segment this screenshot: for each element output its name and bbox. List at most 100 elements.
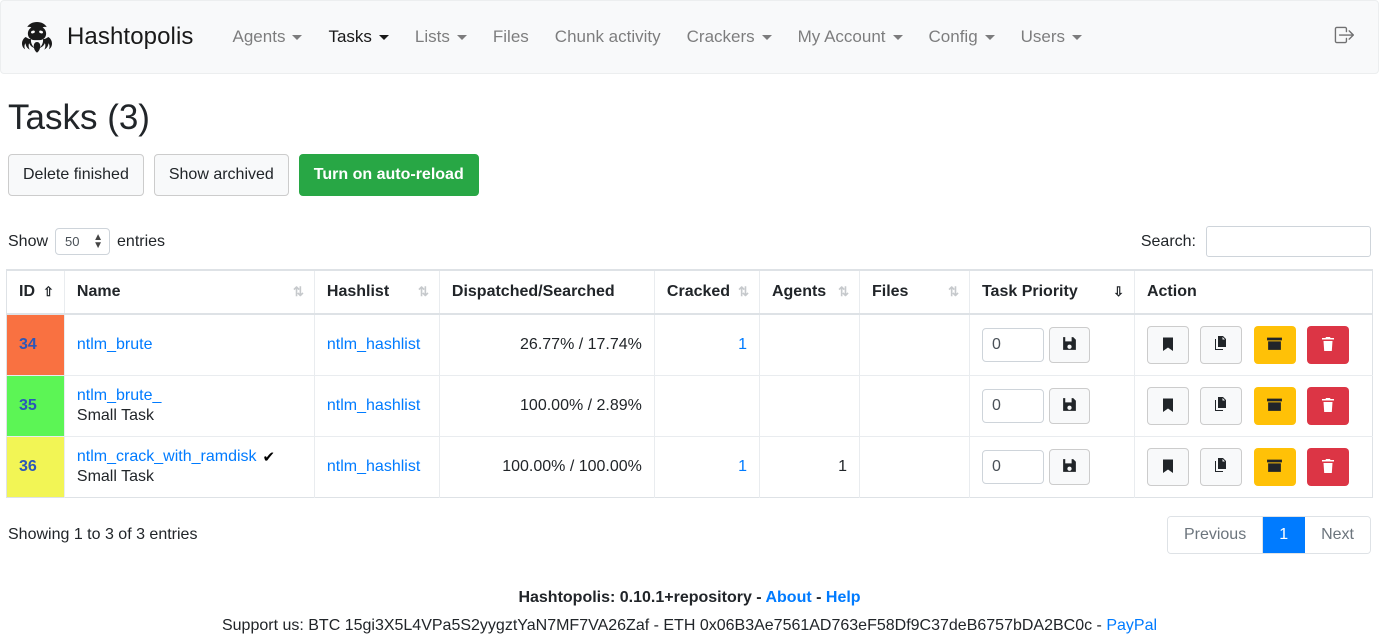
pagination: Previous 1 Next — [1166, 516, 1371, 554]
table-header-row: ID ⇧ Name ⇅ Hashlist ⇅ Dispatched/Search… — [6, 270, 1373, 315]
bookmark-task-button[interactable] — [1146, 448, 1189, 486]
column-header-cracked[interactable]: Cracked ⇅ — [654, 270, 760, 315]
bookmark-task-button[interactable] — [1146, 387, 1189, 425]
nav-item-tasks[interactable]: Tasks — [315, 19, 401, 55]
task-cracked-cell: 1 — [654, 436, 760, 498]
clone-task-button[interactable] — [1200, 326, 1243, 364]
task-agents-cell — [759, 375, 860, 437]
column-header-files[interactable]: Files ⇅ — [859, 270, 970, 315]
table-row: 34 ntlm_brute ntlm_hashlist 26.77% / 17.… — [6, 314, 1373, 376]
search-control: Search: — [1141, 226, 1371, 257]
clone-task-button[interactable] — [1200, 387, 1243, 425]
cracked-count-link[interactable]: 1 — [738, 458, 747, 475]
nav-item-crackers[interactable]: Crackers — [674, 19, 785, 55]
main-container: Tasks (3) Delete finished Show archived … — [0, 98, 1379, 639]
task-id-cell: 35 — [6, 375, 65, 437]
hashlist-link[interactable]: ntlm_hashlist — [327, 336, 420, 353]
bookmark-task-button[interactable] — [1146, 326, 1189, 364]
task-name-link[interactable]: ntlm_crack_with_ramdisk — [77, 448, 257, 466]
show-archived-button[interactable]: Show archived — [153, 154, 289, 196]
task-priority-input[interactable] — [981, 389, 1044, 423]
pagination-previous[interactable]: Previous — [1167, 517, 1264, 553]
chevron-down-icon — [984, 34, 995, 40]
hashtopolis-logo-icon — [17, 17, 57, 57]
delete-task-button[interactable] — [1307, 387, 1350, 425]
sort-descending-icon: ⇩ — [1113, 284, 1124, 299]
nav-item-label: Tasks — [328, 27, 372, 46]
task-priority-input[interactable] — [981, 450, 1044, 484]
column-header-dispatched-searched[interactable]: Dispatched/Searched — [439, 270, 655, 315]
top-navbar: Hashtopolis Agents Tasks Lists Files Chu… — [0, 0, 1379, 74]
delete-task-button[interactable] — [1307, 326, 1350, 364]
nav-item-chunk-activity[interactable]: Chunk activity — [542, 19, 674, 55]
hashlist-link[interactable]: ntlm_hashlist — [327, 458, 420, 475]
task-hashlist-cell: ntlm_hashlist — [314, 436, 440, 498]
footer-version-line: Hashtopolis: 0.10.1+repository - About -… — [6, 586, 1373, 610]
footer-support-line: Support us: BTC 15gi3X5L4VPa5S2yygztYaN7… — [6, 614, 1373, 638]
save-icon — [1061, 396, 1078, 416]
column-header-name[interactable]: Name ⇅ — [64, 270, 315, 315]
chevron-down-icon — [378, 34, 389, 40]
nav-item-config[interactable]: Config — [916, 19, 1008, 55]
column-header-hashlist[interactable]: Hashlist ⇅ — [314, 270, 440, 315]
nav-item-agents[interactable]: Agents — [220, 19, 316, 55]
column-header-task-priority[interactable]: Task Priority ⇩ — [969, 270, 1135, 315]
nav-item-my-account[interactable]: My Account — [785, 19, 916, 55]
task-cracked-cell: 1 — [654, 314, 760, 376]
archive-task-button[interactable] — [1253, 387, 1296, 425]
footer-version-text: Hashtopolis: 0.10.1+repository - — [518, 589, 766, 606]
nav-item-users[interactable]: Users — [1008, 19, 1095, 55]
nav-item-label: Crackers — [686, 27, 755, 46]
task-name-wrapper: ntlm_brute — [77, 336, 153, 354]
clone-task-button[interactable] — [1200, 448, 1243, 486]
site-footer: Hashtopolis: 0.10.1+repository - About -… — [6, 586, 1373, 639]
hashlist-link[interactable]: ntlm_hashlist — [327, 397, 420, 414]
nav-item-lists[interactable]: Lists — [402, 19, 480, 55]
nav-item-list: Agents Tasks Lists Files Chunk activity … — [220, 19, 1322, 55]
pagination-next[interactable]: Next — [1305, 517, 1370, 553]
footer-dash: - — [811, 589, 826, 606]
column-header-agents[interactable]: Agents ⇅ — [759, 270, 860, 315]
delete-finished-button[interactable]: Delete finished — [8, 154, 144, 196]
tasks-table: ID ⇧ Name ⇅ Hashlist ⇅ Dispatched/Search… — [6, 269, 1373, 498]
search-input[interactable] — [1206, 226, 1371, 257]
nav-item-label: Lists — [414, 27, 450, 46]
about-link[interactable]: About — [765, 589, 811, 606]
task-agents-cell — [759, 314, 860, 376]
task-priority-input[interactable] — [981, 328, 1044, 362]
task-name-link[interactable]: ntlm_brute_ — [77, 387, 162, 405]
brand-link[interactable]: Hashtopolis — [17, 17, 194, 57]
page-size-select[interactable]: 10 25 50 100 — [55, 228, 111, 255]
save-priority-button[interactable] — [1048, 327, 1090, 363]
help-link[interactable]: Help — [826, 589, 861, 606]
task-action-cell — [1134, 314, 1373, 376]
task-agents-cell: 1 — [759, 436, 860, 498]
save-priority-button[interactable] — [1048, 449, 1090, 485]
page-action-buttons: Delete finished Show archived Turn on au… — [6, 154, 1373, 196]
bookmark-icon — [1160, 458, 1176, 477]
save-priority-button[interactable] — [1048, 388, 1090, 424]
toggle-auto-reload-button[interactable]: Turn on auto-reload — [298, 154, 479, 196]
save-icon — [1061, 335, 1078, 355]
column-label: Dispatched/Searched — [451, 283, 615, 300]
footer-support-text: Support us: BTC 15gi3X5L4VPa5S2yygztYaN7… — [221, 617, 1107, 634]
paypal-link[interactable]: PayPal — [1106, 617, 1157, 634]
task-priority-cell — [969, 436, 1135, 498]
pagination-page-1[interactable]: 1 — [1263, 517, 1306, 553]
column-header-id[interactable]: ID ⇧ — [6, 270, 65, 315]
column-header-action: Action — [1134, 270, 1373, 315]
table-row: 36 ntlm_crack_with_ramdisk ✔ Small Task … — [6, 436, 1373, 498]
archive-task-button[interactable] — [1253, 448, 1296, 486]
archive-task-button[interactable] — [1253, 326, 1296, 364]
column-label: Cracked — [666, 283, 731, 300]
task-name-cell: ntlm_crack_with_ramdisk ✔ Small Task — [64, 436, 315, 498]
delete-task-button[interactable] — [1307, 448, 1350, 486]
nav-item-files[interactable]: Files — [480, 19, 542, 55]
nav-item-label: Config — [928, 27, 978, 46]
task-name-link[interactable]: ntlm_brute — [77, 336, 153, 354]
logout-button[interactable] — [1322, 16, 1364, 59]
cracked-count-link[interactable]: 1 — [738, 336, 747, 353]
copy-icon — [1213, 335, 1229, 355]
nav-item-label: Files — [492, 27, 529, 46]
sort-toggle-icon: ⇅ — [738, 284, 749, 299]
